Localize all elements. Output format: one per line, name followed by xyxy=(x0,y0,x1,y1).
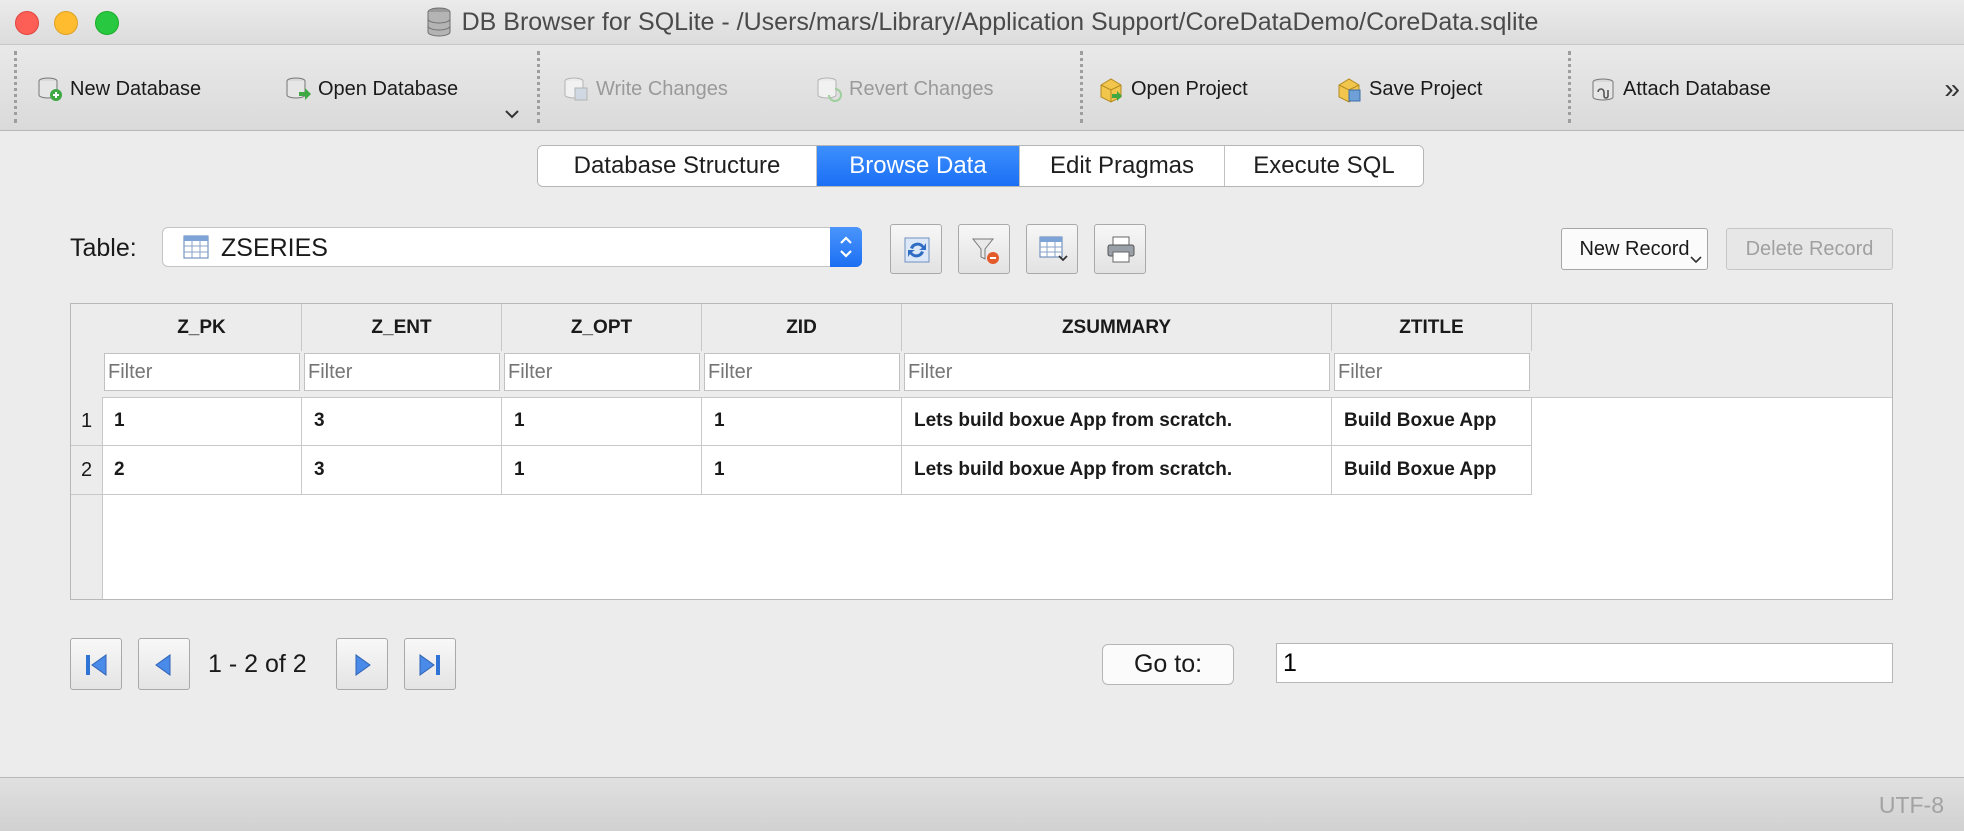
table-cell[interactable]: Lets build boxue App from scratch. xyxy=(902,397,1332,446)
new-record-label: New Record xyxy=(1579,237,1690,260)
table-cell[interactable]: 1 xyxy=(102,397,302,446)
save-project-icon xyxy=(1338,78,1361,103)
toolbar-separator xyxy=(1568,51,1571,123)
save-table-icon xyxy=(1039,236,1068,262)
tab-execute-sql[interactable]: Execute SQL xyxy=(1225,146,1423,186)
revert-changes-label: Revert Changes xyxy=(849,77,994,100)
open-project-button[interactable]: Open Project xyxy=(1097,73,1248,105)
column-header-z-opt[interactable]: Z_OPT xyxy=(502,304,702,351)
title-bar: DB Browser for SQLite - /Users/mars/Libr… xyxy=(0,0,1964,45)
table-cell[interactable]: 1 xyxy=(702,397,902,446)
database-icon xyxy=(427,7,451,37)
open-database-button[interactable]: Open Database xyxy=(284,73,458,105)
toolbar-grip xyxy=(14,51,17,123)
refresh-button[interactable] xyxy=(890,224,942,274)
tab-database-structure[interactable]: Database Structure xyxy=(538,146,817,186)
attach-database-button[interactable]: Attach Database xyxy=(1589,73,1771,105)
row-number[interactable]: 1 xyxy=(71,397,102,446)
last-page-button[interactable] xyxy=(404,638,456,690)
new-database-button[interactable]: New Database xyxy=(36,73,201,105)
filter-input-zid[interactable] xyxy=(704,353,900,391)
save-table-button[interactable] xyxy=(1026,224,1078,274)
selected-table: ZSERIES xyxy=(221,234,328,262)
table-cell[interactable]: Lets build boxue App from scratch. xyxy=(902,446,1332,495)
skip-to-start-icon xyxy=(86,654,107,676)
revert-changes-icon xyxy=(817,77,842,102)
chevron-down-icon[interactable] xyxy=(1689,253,1703,267)
delete-record-label: Delete Record xyxy=(1745,237,1874,260)
first-page-button[interactable] xyxy=(70,638,122,690)
table-cell[interactable]: 1 xyxy=(502,397,702,446)
delete-record-button[interactable]: Delete Record xyxy=(1726,228,1893,270)
toolbar-overflow-icon[interactable]: » xyxy=(1944,73,1960,105)
attach-database-icon xyxy=(1592,78,1614,101)
main-toolbar: New Database Open Database Write Changes… xyxy=(0,45,1964,131)
open-database-label: Open Database xyxy=(318,77,459,100)
open-database-icon xyxy=(286,77,311,100)
save-project-button[interactable]: Save Project xyxy=(1335,73,1482,105)
arrow-right-icon xyxy=(355,654,371,676)
table-cell[interactable]: Build Boxue App xyxy=(1332,397,1532,446)
new-database-icon xyxy=(38,77,62,101)
window-title: DB Browser for SQLite - /Users/mars/Libr… xyxy=(461,7,1539,36)
table-select[interactable]: ZSERIES xyxy=(162,227,862,267)
row-number[interactable]: 2 xyxy=(71,446,102,495)
attach-database-label: Attach Database xyxy=(1623,77,1771,100)
revert-changes-button[interactable]: Revert Changes xyxy=(815,73,994,105)
table-cell[interactable]: 3 xyxy=(302,446,502,495)
record-range: 1 - 2 of 2 xyxy=(208,650,307,678)
printer-icon xyxy=(1107,236,1135,263)
goto-row-input[interactable] xyxy=(1276,643,1893,683)
column-header-zid[interactable]: ZID xyxy=(702,304,902,351)
toolbar-separator xyxy=(1080,51,1083,123)
goto-label: Go to: xyxy=(1133,650,1203,678)
print-button[interactable] xyxy=(1094,224,1146,274)
clear-filters-button[interactable] xyxy=(958,224,1010,274)
previous-page-button[interactable] xyxy=(138,638,190,690)
next-page-button[interactable] xyxy=(336,638,388,690)
column-header-ztitle[interactable]: ZTITLE xyxy=(1332,304,1532,351)
new-database-label: New Database xyxy=(70,77,202,100)
table-cell[interactable]: 3 xyxy=(302,397,502,446)
filter-input-z-pk[interactable] xyxy=(104,353,300,391)
tab-edit-pragmas[interactable]: Edit Pragmas xyxy=(1020,146,1225,186)
goto-button[interactable]: Go to: xyxy=(1102,644,1234,685)
arrow-left-icon xyxy=(155,654,171,676)
write-changes-label: Write Changes xyxy=(596,77,728,100)
up-down-chevron-icon xyxy=(840,236,852,258)
save-project-label: Save Project xyxy=(1369,77,1483,100)
write-changes-icon xyxy=(564,77,588,101)
open-project-label: Open Project xyxy=(1131,77,1248,100)
new-record-button[interactable]: New Record xyxy=(1561,228,1708,270)
clear-filter-icon xyxy=(971,238,999,264)
table-cell[interactable]: Build Boxue App xyxy=(1332,446,1532,495)
filter-input-z-opt[interactable] xyxy=(504,353,700,391)
refresh-icon xyxy=(904,237,930,263)
table-cell[interactable]: 2 xyxy=(102,446,302,495)
filter-input-zsummary[interactable] xyxy=(904,353,1330,391)
data-grid[interactable]: Z_PK Z_ENT Z_OPT ZID ZSUMMARY ZTITLE 1 1… xyxy=(70,303,1893,600)
open-project-icon xyxy=(1100,78,1122,103)
encoding-indicator: UTF-8 xyxy=(1878,792,1944,818)
tab-browse-data[interactable]: Browse Data xyxy=(817,146,1020,186)
filter-input-z-ent[interactable] xyxy=(304,353,500,391)
main-tabs: Database Structure Browse Data Edit Prag… xyxy=(537,145,1424,187)
open-database-dropdown-icon[interactable] xyxy=(503,105,521,123)
table-label: Table: xyxy=(70,234,137,262)
skip-to-end-icon xyxy=(419,654,440,676)
table-cell[interactable]: 1 xyxy=(702,446,902,495)
table-cell[interactable]: 1 xyxy=(502,446,702,495)
table-select-stepper[interactable] xyxy=(830,227,862,267)
filter-input-ztitle[interactable] xyxy=(1334,353,1530,391)
column-header-z-pk[interactable]: Z_PK xyxy=(102,304,302,351)
toolbar-separator xyxy=(537,51,540,123)
status-bar: UTF-8 xyxy=(0,777,1964,831)
column-header-z-ent[interactable]: Z_ENT xyxy=(302,304,502,351)
write-changes-button[interactable]: Write Changes xyxy=(562,73,728,105)
table-icon xyxy=(183,235,209,259)
column-header-zsummary[interactable]: ZSUMMARY xyxy=(902,304,1332,351)
